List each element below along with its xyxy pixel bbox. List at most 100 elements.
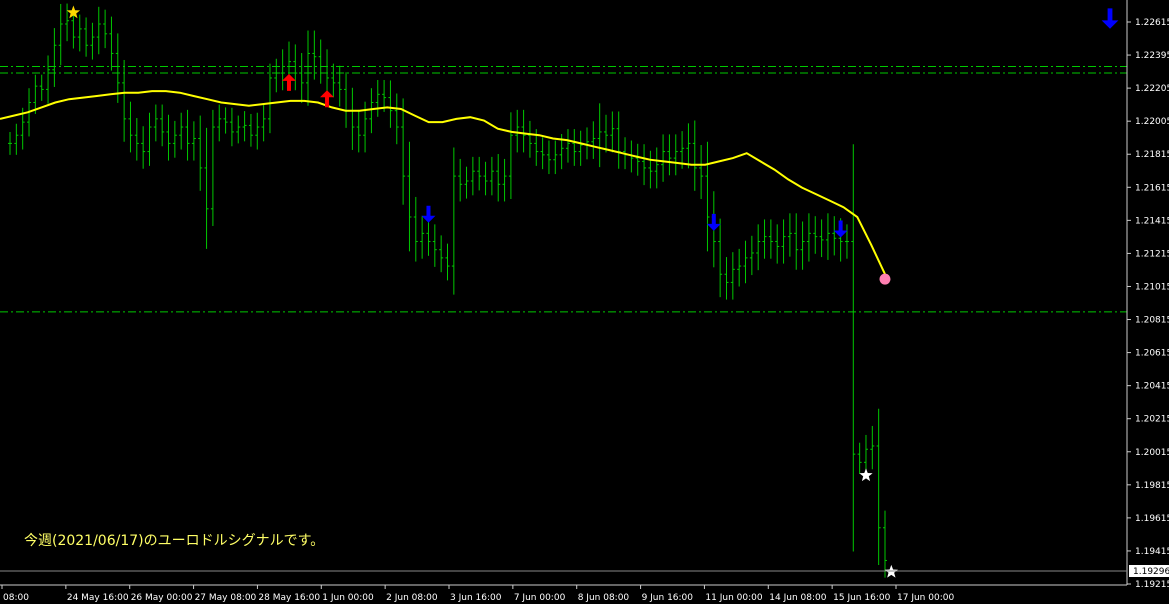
ohlc-bar bbox=[122, 59, 127, 142]
ohlc-bar bbox=[312, 30, 317, 80]
ohlc-bar bbox=[756, 224, 761, 271]
end-dot bbox=[879, 273, 891, 285]
ohlc-bar bbox=[616, 111, 621, 169]
ohlc-bar bbox=[642, 144, 647, 186]
ohlc-bar bbox=[584, 127, 589, 160]
ohlc-bar bbox=[851, 144, 856, 552]
ohlc-bar bbox=[274, 58, 279, 93]
price-tick-label: 1.21615 bbox=[1135, 183, 1169, 193]
signal-markers bbox=[66, 5, 1119, 578]
ohlc-bar bbox=[775, 224, 780, 264]
price-tick-label: 1.21815 bbox=[1135, 150, 1169, 160]
price-tick-label: 1.22205 bbox=[1135, 84, 1169, 94]
time-tick-label: 1 Jun 00:00 bbox=[322, 593, 374, 603]
ohlc-bar bbox=[635, 143, 640, 176]
ohlc-bar bbox=[718, 218, 723, 298]
ohlc-bar bbox=[489, 156, 494, 196]
ohlc-bar bbox=[413, 196, 418, 262]
price-tick-label: 1.19615 bbox=[1135, 514, 1169, 524]
ohlc-bar bbox=[743, 240, 748, 284]
ohlc-bar bbox=[439, 235, 444, 273]
ohlc-bar bbox=[800, 221, 805, 270]
price-tick-label: 1.22615 bbox=[1135, 18, 1169, 28]
ohlc-bar bbox=[426, 219, 431, 256]
ohlc-bar bbox=[825, 213, 830, 260]
time-axis: 08:00 24 May 16:00 26 May 00:00 27 May 08:0… bbox=[0, 584, 1127, 603]
ohlc-bar bbox=[540, 137, 545, 170]
price-tick-label: 1.20015 bbox=[1135, 448, 1169, 458]
ohlc-bar bbox=[654, 147, 659, 189]
price-tick-label: 1.19815 bbox=[1135, 481, 1169, 491]
price-tick-label: 1.19215 bbox=[1135, 580, 1169, 590]
ohlc-bar bbox=[90, 22, 95, 60]
sell-signal-down-arrow-icon bbox=[833, 220, 848, 238]
ohlc-bar bbox=[749, 235, 754, 276]
price-axis: 1.22615 1.22395 1.22205 1.22005 1.21815 1.216… bbox=[0, 0, 1169, 590]
ohlc-bar bbox=[84, 17, 89, 57]
buy-signal-up-arrow-icon bbox=[281, 73, 296, 91]
ohlc-bar bbox=[724, 257, 729, 300]
ohlc-bar bbox=[730, 252, 735, 300]
time-tick-label: 27 May 08:00 bbox=[195, 593, 257, 603]
ohlc-bar bbox=[496, 154, 501, 202]
price-tick-label: 1.22005 bbox=[1135, 117, 1169, 127]
ohlc-bar bbox=[787, 213, 792, 257]
price-tick-label: 1.20615 bbox=[1135, 349, 1169, 359]
ohlc-bar bbox=[280, 49, 285, 91]
ohlc-bar bbox=[229, 107, 234, 147]
ohlc-bar bbox=[141, 126, 146, 169]
ohlc-bar bbox=[420, 216, 425, 259]
ohlc-bar bbox=[191, 121, 196, 161]
time-tick-label: 17 Jun 00:00 bbox=[897, 593, 954, 603]
ohlc-bar bbox=[153, 104, 158, 142]
time-tick-label: 28 May 16:00 bbox=[258, 593, 320, 603]
sell-signal-down-arrow-icon bbox=[706, 213, 721, 231]
ohlc-bar bbox=[103, 9, 108, 49]
ohlc-bar bbox=[8, 131, 12, 155]
ohlc-bar bbox=[52, 28, 57, 87]
time-tick-label: 8 Jun 08:00 bbox=[578, 593, 630, 603]
ohlc-bars bbox=[8, 3, 887, 578]
ohlc-bar bbox=[768, 219, 773, 259]
time-tick-label: 26 May 00:00 bbox=[131, 593, 193, 603]
ohlc-bar bbox=[686, 123, 691, 169]
ohlc-bar bbox=[578, 130, 583, 166]
ohlc-bar bbox=[508, 112, 513, 199]
ohlc-bar bbox=[521, 109, 526, 153]
ohlc-bar bbox=[96, 6, 101, 55]
ohlc-bar bbox=[572, 129, 577, 166]
ohlc-bar bbox=[172, 120, 177, 158]
ohlc-bar bbox=[109, 16, 114, 71]
ohlc-bar bbox=[185, 109, 190, 161]
ohlc-bar bbox=[134, 118, 139, 161]
ohlc-bar bbox=[375, 80, 380, 117]
ohlc-bar bbox=[464, 166, 469, 199]
ohlc-bar bbox=[502, 158, 507, 202]
ohlc-bar bbox=[661, 134, 666, 182]
ohlc-bar bbox=[293, 44, 298, 91]
ohlc-bar bbox=[762, 219, 767, 259]
ohlc-bar bbox=[527, 120, 532, 158]
time-tick-label: 9 Jun 16:00 bbox=[642, 593, 694, 603]
price-tick-label: 1.21415 bbox=[1135, 216, 1169, 226]
ohlc-bar bbox=[591, 121, 596, 159]
ohlc-bar bbox=[737, 248, 742, 287]
ohlc-bar bbox=[255, 112, 260, 150]
ohlc-bar bbox=[210, 109, 215, 226]
ohlc-bar bbox=[344, 72, 349, 128]
ohlc-bar bbox=[883, 510, 887, 578]
ohlc-bar bbox=[604, 114, 609, 153]
ohlc-bar bbox=[331, 63, 336, 98]
ohlc-bar bbox=[451, 147, 456, 295]
ohlc-bar bbox=[223, 107, 228, 134]
ohlc-bar bbox=[470, 156, 475, 196]
ohlc-bar bbox=[844, 224, 849, 259]
ohlc-bar bbox=[692, 120, 697, 191]
ohlc-bar bbox=[77, 14, 82, 52]
ohlc-bar bbox=[705, 141, 710, 252]
price-tick-label: 1.20815 bbox=[1135, 316, 1169, 326]
time-tick-label: 15 Jun 16:00 bbox=[833, 593, 890, 603]
ohlc-bar bbox=[806, 213, 811, 262]
ohlc-bar bbox=[515, 109, 520, 153]
ohlc-bar bbox=[318, 39, 323, 84]
